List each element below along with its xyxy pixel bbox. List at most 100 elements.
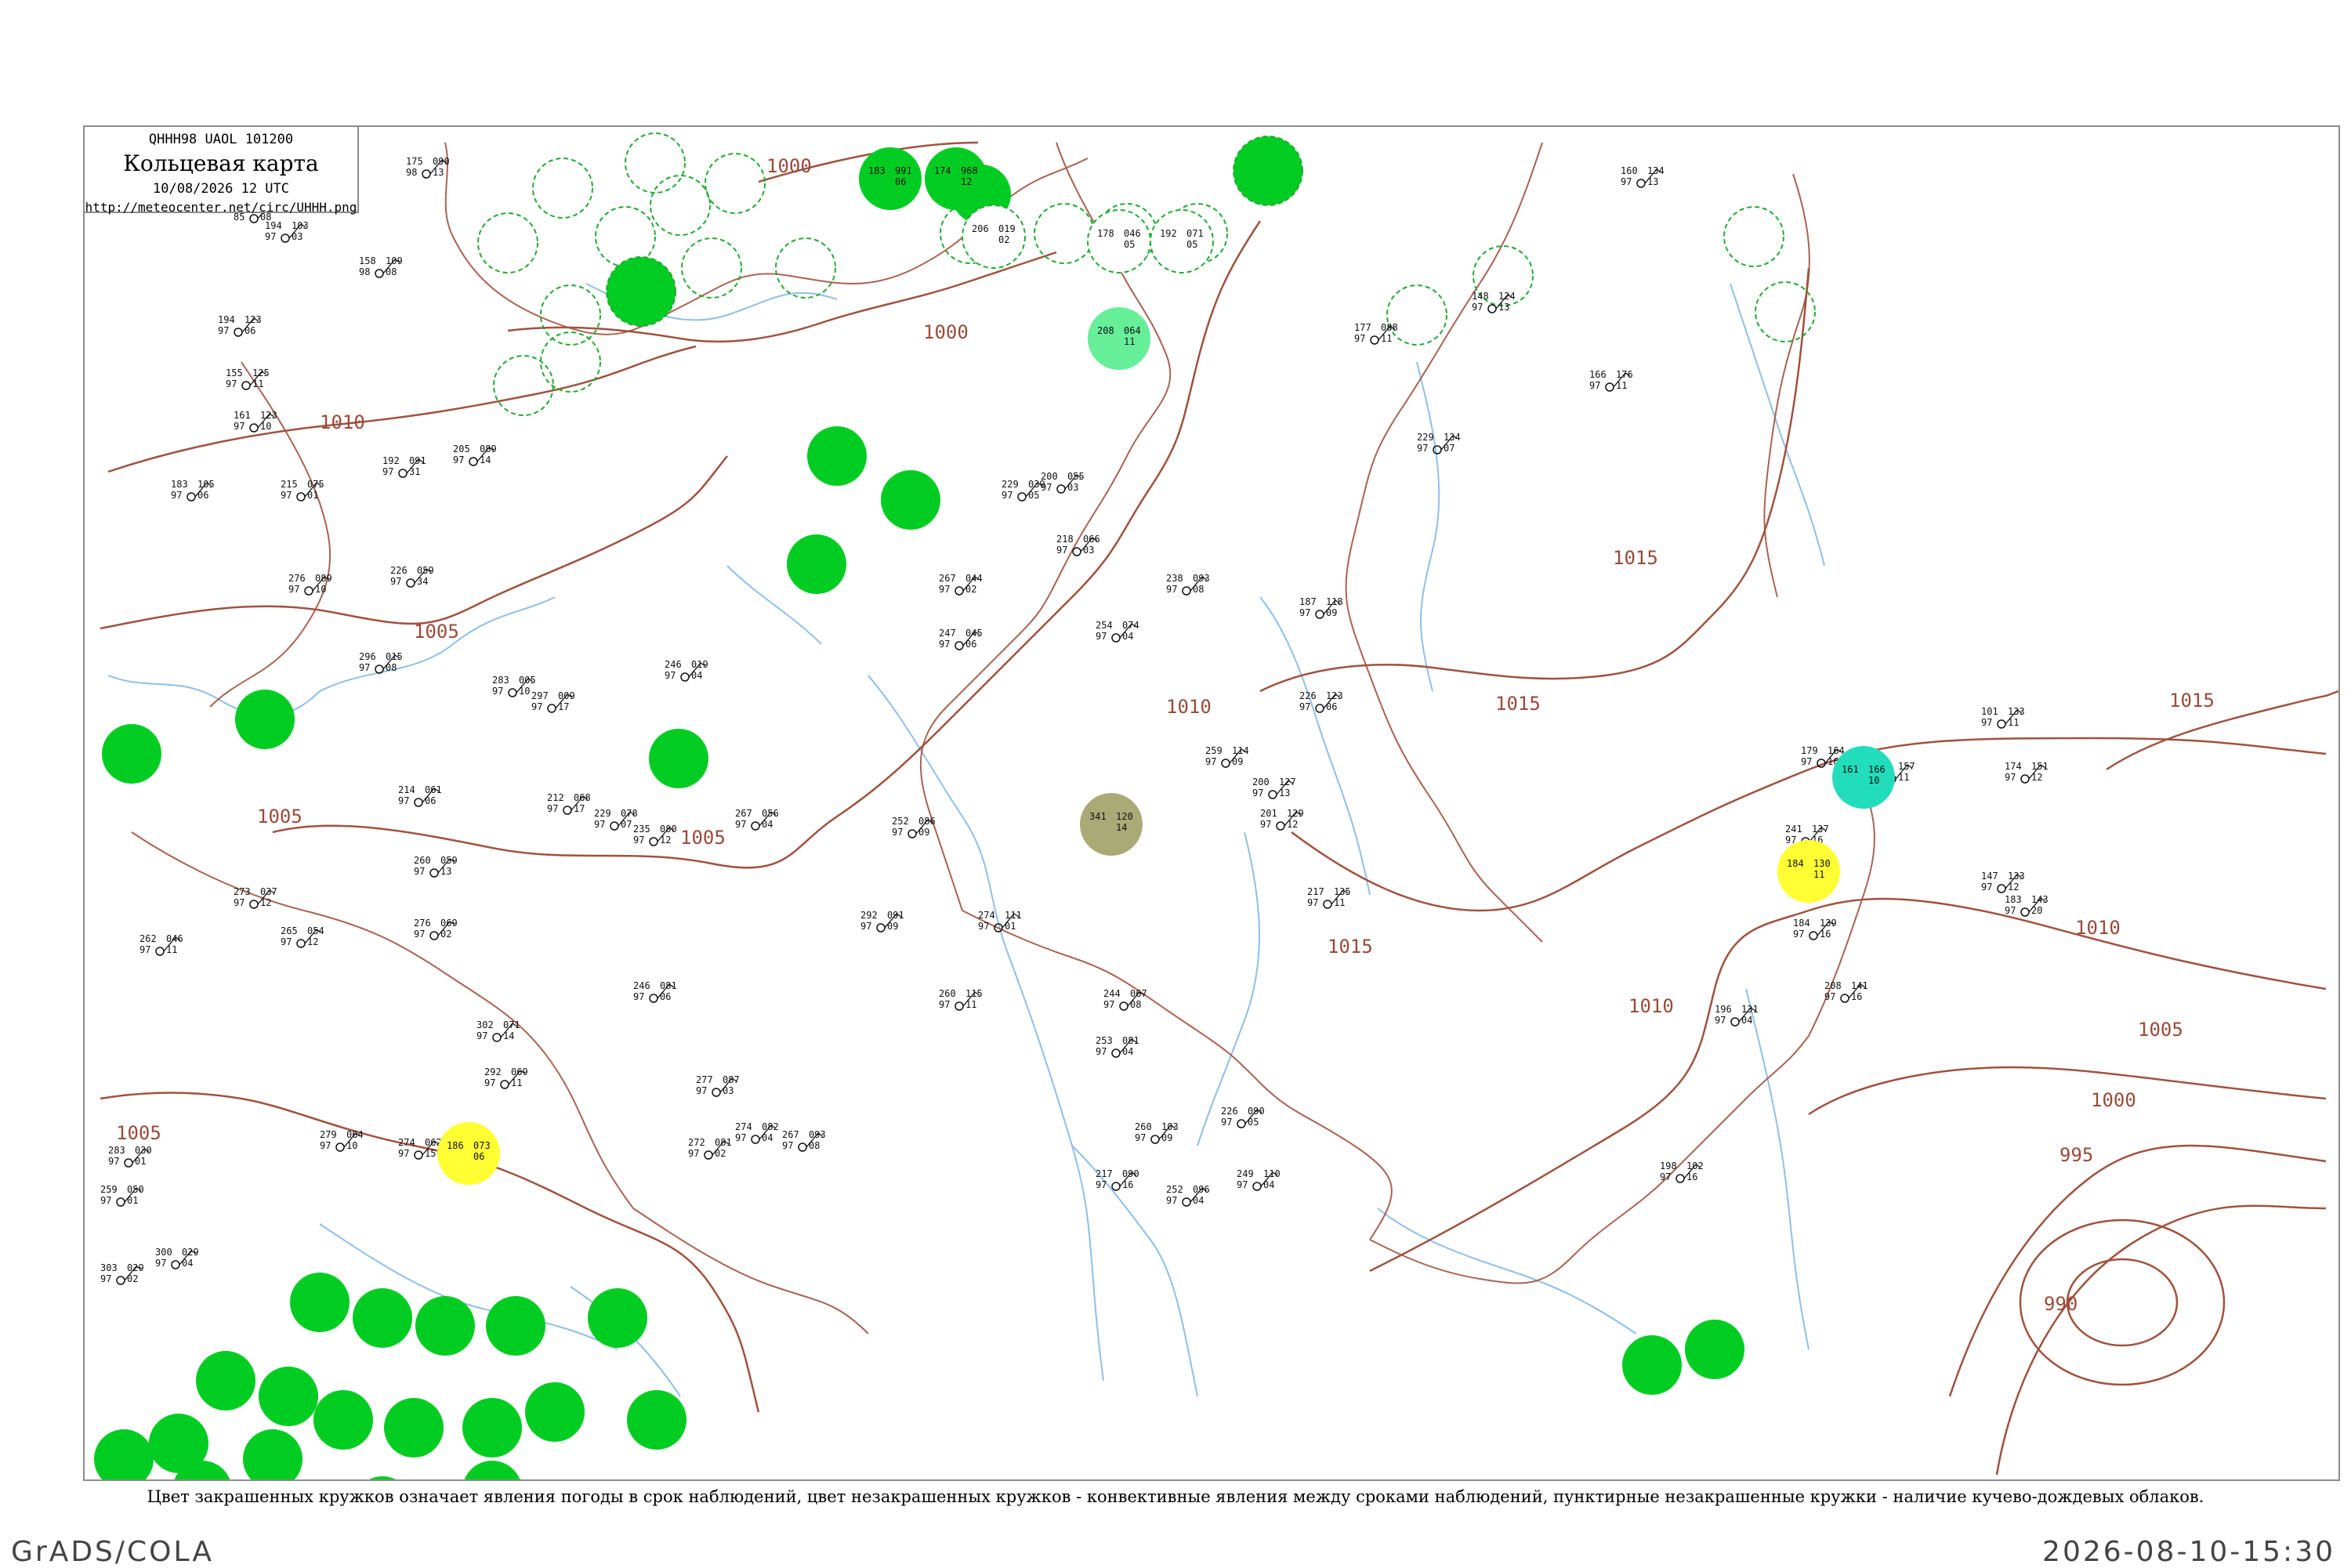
- station-value-c: 11: [252, 378, 263, 389]
- station-value-p: 091: [409, 455, 426, 466]
- station-value-c: 14: [503, 1030, 514, 1041]
- station-value-d: 97: [1260, 819, 1271, 830]
- station-value-p: 143: [2031, 894, 2049, 905]
- cloud-cover-symbol: [469, 457, 478, 466]
- station-value-d: 97: [1793, 929, 1804, 940]
- station-value-t: 229: [1417, 432, 1434, 443]
- rivers: [107, 283, 1825, 1397]
- station-value-t: 192: [382, 455, 400, 466]
- station-value-c: 08: [809, 1140, 820, 1151]
- station-value-p: 114: [1232, 745, 1249, 756]
- station-value-t: 303: [100, 1262, 118, 1273]
- station-value-d: 97: [414, 866, 425, 877]
- cloud-cover-symbol: [1252, 1182, 1262, 1191]
- station-value-c: 11: [1124, 336, 1135, 347]
- station-value-c: 04: [762, 819, 773, 830]
- phenomenon-circle: [859, 147, 922, 210]
- station-plot: 29797 00917: [531, 690, 575, 713]
- station-value-d: 97: [1096, 1046, 1107, 1057]
- station-plot: 20197 12912: [1260, 808, 1304, 831]
- station-value-t: 276: [414, 918, 431, 929]
- station-value-d: 97: [265, 231, 276, 242]
- cloud-cover-symbol: [1997, 884, 2006, 893]
- station-value-d: 97: [1981, 882, 1992, 893]
- station-value-t: 283: [108, 1145, 125, 1156]
- station-value-p: 103: [1161, 1121, 1179, 1132]
- isobar-label: 1005: [2138, 1019, 2183, 1041]
- station-value-d: 97: [1307, 897, 1318, 908]
- station-value-t: 226: [1221, 1106, 1238, 1117]
- cloud-cover-symbol: [547, 704, 556, 713]
- station-value-d: 97: [398, 1148, 409, 1159]
- station-plot: 18397 14320: [2005, 894, 2049, 917]
- station-value-d: 97: [234, 421, 245, 432]
- cloud-cover-symbol: [907, 829, 917, 838]
- station-value-t: 283: [492, 675, 509, 686]
- cloud-cover-symbol: [955, 641, 964, 650]
- station-value-t: 174: [2005, 761, 2022, 772]
- station-value-t: 174: [934, 165, 951, 176]
- station-plot: 26797 09308: [782, 1129, 826, 1152]
- station-value-t: 148: [1472, 291, 1489, 302]
- cloud-cover-symbol: [751, 821, 760, 831]
- station-value-c: 11: [1334, 897, 1345, 908]
- station-value-p: 080: [660, 824, 677, 835]
- station-value-c: 02: [998, 234, 1009, 245]
- cloud-cover-symbol: [422, 169, 431, 179]
- station-value-t: 252: [892, 816, 909, 827]
- station-value-d: 97: [484, 1077, 495, 1088]
- station-plot: 17598 09013: [406, 156, 450, 179]
- bulletin-code: QHHH98 UAOL 101200: [148, 132, 294, 147]
- cloud-cover-symbol: [124, 1158, 133, 1168]
- station-value-c: 10: [315, 584, 326, 595]
- cloud-cover-symbol: [649, 837, 658, 846]
- isobar-label: 1005: [680, 827, 726, 849]
- station-plot: 26097 05913: [414, 855, 458, 878]
- station-value-d: 97: [1252, 788, 1263, 798]
- station-value-t: 194: [218, 314, 235, 325]
- station-plots: 1759809013153851070819497103031589810908…: [100, 156, 2049, 1285]
- map-title-box: QHHH98 UAOL 101200 Кольцевая карта 10/08…: [85, 127, 359, 215]
- station-value-c: 05: [1248, 1117, 1259, 1128]
- cloud-cover-symbol: [249, 423, 259, 433]
- station-value-t: 175: [406, 156, 423, 167]
- station-value-p: 089: [480, 444, 497, 454]
- cloud-cover-symbol: [563, 806, 572, 815]
- station-value-p: 061: [425, 784, 442, 795]
- station-plot: 27797 08703: [696, 1074, 740, 1097]
- station-value-c: 13: [1279, 788, 1290, 798]
- station-value-t: 184: [1793, 918, 1810, 929]
- station-plot: 16697 17611: [1589, 369, 1633, 392]
- station-value-c: 17: [558, 701, 569, 712]
- station-value-p: 050: [127, 1184, 144, 1195]
- cloud-cover-symbol: [1119, 1001, 1128, 1011]
- station-value-t: 226: [390, 565, 408, 576]
- station-value-t: 184: [1787, 858, 1804, 869]
- station-plot: 21297 06817: [547, 792, 591, 815]
- station-value-d: 97: [100, 1195, 111, 1206]
- station-plot: 26097 10309: [1135, 1121, 1179, 1144]
- station-plot: 24497 06708: [1103, 988, 1147, 1011]
- station-plot: 17797 08811: [1354, 322, 1398, 345]
- station-value-c: 05: [1186, 239, 1197, 250]
- station-value-t: 183: [868, 165, 886, 176]
- station-value-t: 166: [1589, 369, 1607, 380]
- station-value-d: 97: [939, 639, 950, 650]
- station-value-d: 97: [688, 1148, 699, 1159]
- station-plot: 24697 01904: [665, 659, 708, 682]
- station-plot: 29697 01508: [359, 651, 403, 674]
- station-plot: 18797 11809: [1299, 596, 1343, 619]
- station-value-p: 139: [1820, 918, 1837, 929]
- station-value-p: 123: [1326, 690, 1343, 701]
- station-value-d: 97: [281, 936, 292, 947]
- station-value-d: 97: [1801, 756, 1812, 767]
- station-value-c: 06: [473, 1151, 484, 1162]
- station-plot: 21597 07501: [281, 479, 324, 502]
- station-value-c: 09: [918, 827, 929, 838]
- isobar-label: 995: [2059, 1144, 2093, 1166]
- station-plot: 22997 07807: [594, 808, 638, 831]
- station-value-d: 97: [359, 662, 370, 673]
- map-url[interactable]: http://meteocenter.net/circ/UHHH.png: [85, 200, 357, 215]
- station-plot: 2299703905: [1002, 479, 1045, 502]
- cloud-cover-symbol: [876, 923, 886, 932]
